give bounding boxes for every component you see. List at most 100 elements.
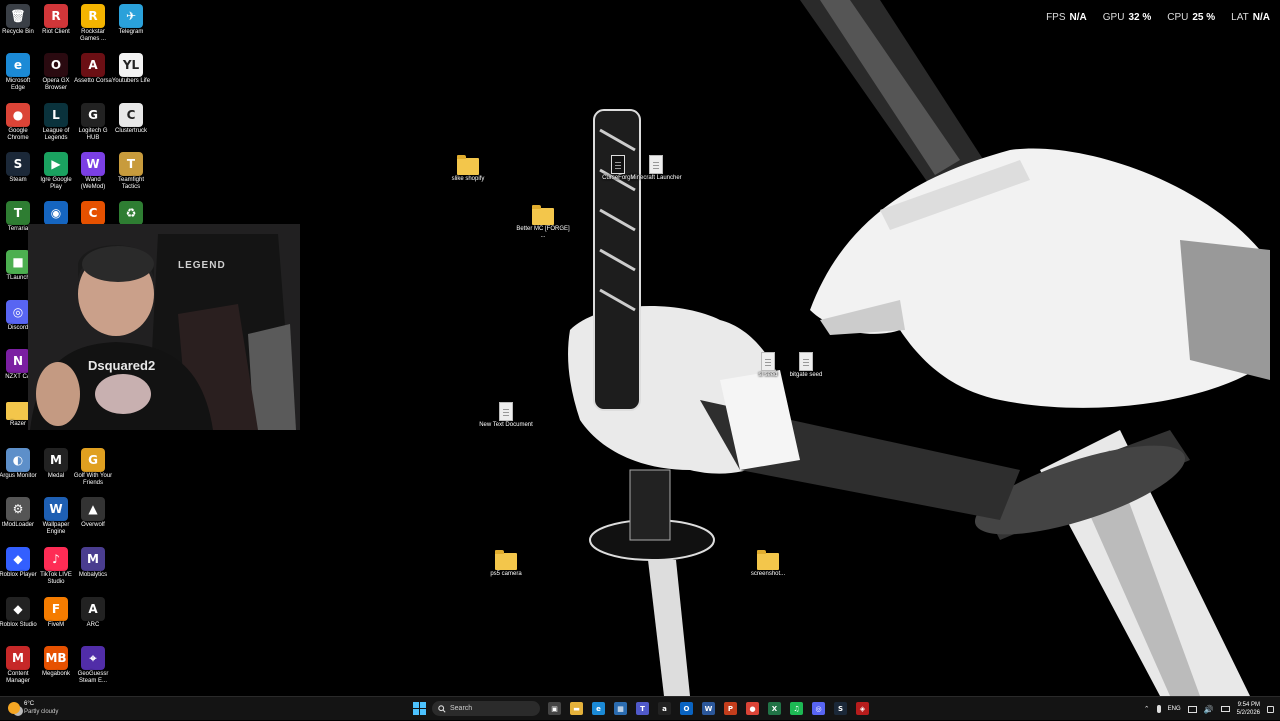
desktop-shortcut[interactable]: ◉ bbox=[36, 201, 76, 226]
spotify-icon[interactable]: ♫ bbox=[790, 702, 803, 715]
weather-widget[interactable]: 6°C Partly cloudy bbox=[8, 700, 58, 716]
tiktok-icon: ♪ bbox=[44, 547, 68, 571]
desktop-shortcut[interactable]: C Clustertruck bbox=[111, 103, 151, 135]
desktop-file[interactable]: New Text Document bbox=[478, 402, 534, 429]
search-placeholder: Search bbox=[450, 705, 473, 712]
telegram-icon: ✈ bbox=[119, 4, 143, 28]
file-explorer-icon[interactable]: ▬ bbox=[570, 702, 583, 715]
desktop-shortcut[interactable]: ◐ Argus Monitor bbox=[0, 448, 38, 480]
desktop-shortcut-label: GeoGuessr Steam E... bbox=[77, 671, 109, 684]
taskbar-search-box[interactable]: Search bbox=[432, 701, 540, 716]
desktop-shortcut[interactable]: ▶ Igre Google Play bbox=[36, 152, 76, 191]
fps-label: FPS bbox=[1046, 12, 1066, 23]
start-button[interactable] bbox=[413, 702, 426, 715]
desktop-file[interactable]: bitgate seed bbox=[778, 352, 834, 379]
desktop-shortcut[interactable]: T Teamfight Tactics bbox=[111, 152, 151, 191]
task-view-icon[interactable]: ▣ bbox=[548, 702, 561, 715]
csgo-icon: C bbox=[81, 201, 105, 225]
teams-icon[interactable]: T bbox=[636, 702, 649, 715]
desktop-shortcut-label: Content Manager bbox=[6, 671, 30, 684]
desktop-shortcut[interactable]: A ARC bbox=[73, 597, 113, 629]
desktop-shortcut-label: Clustertruck bbox=[114, 128, 147, 134]
cpu-value: 25 % bbox=[1192, 12, 1216, 23]
app-icon[interactable]: ◈ bbox=[856, 702, 869, 715]
desktop-shortcut[interactable]: A Assetto Corsa bbox=[73, 53, 113, 85]
desktop-shortcut[interactable]: ♻ bbox=[111, 201, 151, 226]
desktop-shortcut[interactable]: ♪ TikTok LIVE Studio bbox=[36, 547, 76, 586]
desktop-shortcut[interactable]: ◆ Roblox Studio bbox=[0, 597, 38, 629]
desktop-shortcut[interactable]: MB Megabonk bbox=[36, 646, 76, 678]
desktop-shortcut[interactable]: S Steam bbox=[0, 152, 38, 184]
battery-icon[interactable] bbox=[1220, 706, 1230, 712]
desktop-folder[interactable]: ps5 camera bbox=[478, 550, 534, 578]
desktop-shortcut[interactable]: M Medal bbox=[36, 448, 76, 480]
desktop-shortcut[interactable]: M Content Manager bbox=[0, 646, 38, 685]
excel-icon[interactable]: X bbox=[768, 702, 781, 715]
desktop-shortcut-label: Argus Monitor bbox=[0, 473, 37, 479]
wand-icon: W bbox=[81, 152, 105, 176]
riot-client-icon: R bbox=[44, 4, 68, 28]
powerpoint-icon[interactable]: P bbox=[724, 702, 737, 715]
assetto-corsa-icon: A bbox=[81, 53, 105, 77]
youtubers-life-icon: YL bbox=[119, 53, 143, 77]
discord-icon[interactable]: ◎ bbox=[812, 702, 825, 715]
medal-icon: M bbox=[44, 448, 68, 472]
word-icon[interactable]: W bbox=[702, 702, 715, 715]
chevron-up-icon[interactable]: ⌃ bbox=[1144, 705, 1150, 713]
desktop-shortcut[interactable]: R Rockstar Games ... bbox=[73, 4, 113, 43]
opera-gx-icon: O bbox=[44, 53, 68, 77]
desktop-file[interactable]: Minecraft Launcher bbox=[628, 155, 684, 182]
webcam-overlay: LEGEND Dsquared2 bbox=[28, 224, 300, 430]
desktop-shortcut[interactable]: W Wand (WeMod) bbox=[73, 152, 113, 191]
desktop-folder[interactable]: slike shopify bbox=[440, 155, 496, 183]
document-icon bbox=[799, 352, 813, 371]
chrome-icon[interactable]: ● bbox=[746, 702, 759, 715]
document-icon bbox=[499, 402, 513, 421]
volume-icon[interactable]: 🔊 bbox=[1204, 705, 1214, 714]
nzxt-icon: N bbox=[6, 349, 30, 373]
microphone-icon[interactable] bbox=[1156, 705, 1161, 713]
desktop-shortcut-label: Mobalytics bbox=[78, 572, 108, 578]
shirt-text: Dsquared2 bbox=[88, 358, 155, 373]
desktop-shortcut[interactable]: ● Google Chrome bbox=[0, 103, 38, 142]
desktop-shortcut[interactable]: L League of Legends bbox=[36, 103, 76, 142]
network-icon[interactable] bbox=[1187, 705, 1197, 713]
desktop-shortcut[interactable]: YL Youtubers Life bbox=[111, 53, 151, 85]
roblox-player-icon: ◆ bbox=[6, 547, 30, 571]
desktop-shortcut[interactable]: G Logitech G HUB bbox=[73, 103, 113, 142]
desktop-shortcut[interactable]: ▲ Overwolf bbox=[73, 497, 113, 529]
weather-desc: Partly cloudy bbox=[24, 709, 59, 715]
desktop-shortcut[interactable]: ⚙ tModLoader bbox=[0, 497, 38, 529]
edge-icon[interactable]: e bbox=[592, 702, 605, 715]
desktop-shortcut[interactable]: ◆ Roblox Player bbox=[0, 547, 38, 579]
amazon-icon[interactable]: a bbox=[658, 702, 671, 715]
clock-time: 9:54 PM bbox=[1237, 702, 1260, 708]
desktop-shortcut[interactable]: R Riot Client bbox=[36, 4, 76, 36]
desktop-folder[interactable]: screenshot... bbox=[740, 550, 796, 578]
steam-icon[interactable]: S bbox=[834, 702, 847, 715]
desktop-shortcut[interactable]: M Mobalytics bbox=[73, 547, 113, 579]
chair-brand-text: LEGEND bbox=[178, 260, 226, 271]
clock[interactable]: 9:54 PM 5/2/2026 bbox=[1237, 701, 1260, 717]
desktop-shortcut[interactable]: F FiveM bbox=[36, 597, 76, 629]
logitech-icon: G bbox=[81, 103, 105, 127]
desktop-shortcut[interactable]: ✈ Telegram bbox=[111, 4, 151, 36]
windows-icon bbox=[413, 702, 426, 715]
desktop-shortcut-label: Medal bbox=[47, 473, 65, 479]
notifications-icon[interactable] bbox=[1267, 705, 1274, 713]
desktop-shortcut[interactable]: C bbox=[73, 201, 113, 226]
fivem-icon: F bbox=[44, 597, 68, 621]
desktop-folder[interactable]: Better MC [FORGE] ... bbox=[515, 205, 571, 240]
desktop-shortcut-label: Logitech G HUB bbox=[78, 128, 108, 141]
desktop-shortcut[interactable]: O Opera GX Browser bbox=[36, 53, 76, 92]
store-icon[interactable]: ▦ bbox=[614, 702, 627, 715]
desktop-shortcut[interactable]: W Wallpaper Engine bbox=[36, 497, 76, 536]
lat-label: LAT bbox=[1231, 12, 1249, 23]
language-indicator[interactable]: ENG bbox=[1168, 706, 1181, 712]
outlook-icon[interactable]: O bbox=[680, 702, 693, 715]
desktop-shortcut[interactable]: e Microsoft Edge bbox=[0, 53, 38, 92]
desktop-shortcut[interactable]: 🗑 Recycle Bin bbox=[0, 4, 38, 36]
desktop-shortcut[interactable]: G Golf With Your Friends bbox=[73, 448, 113, 487]
desktop-shortcut-label: ARC bbox=[86, 622, 100, 628]
desktop-shortcut[interactable]: ⌖ GeoGuessr Steam E... bbox=[73, 646, 113, 685]
